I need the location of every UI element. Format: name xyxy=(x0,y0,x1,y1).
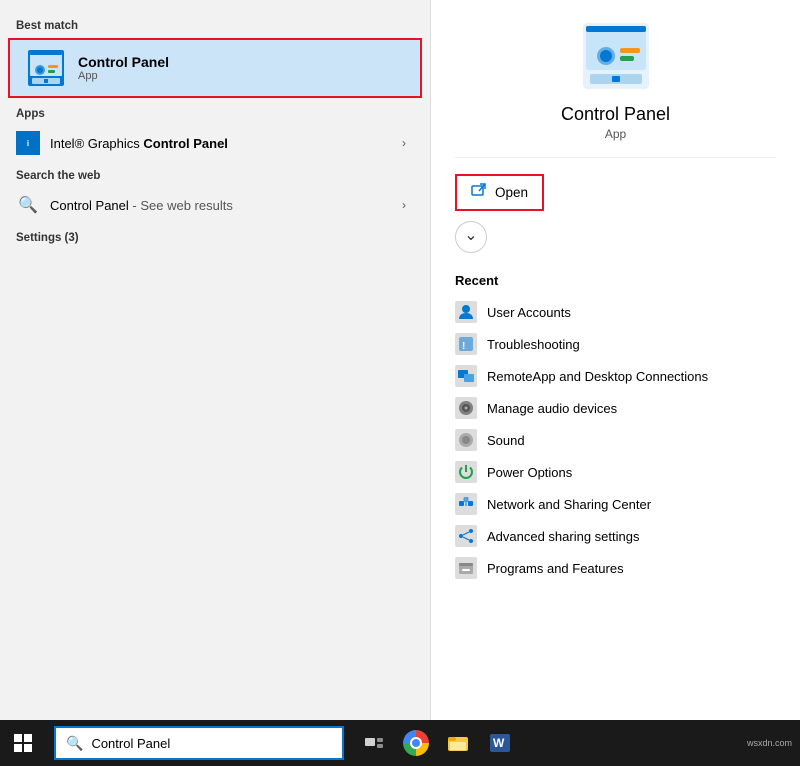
web-search-sub: - See web results xyxy=(132,198,232,213)
word-icon: W xyxy=(489,732,511,754)
best-match-subtitle: App xyxy=(78,70,169,82)
recent-item-user-accounts[interactable]: User Accounts xyxy=(455,296,776,328)
network-label: Network and Sharing Center xyxy=(487,497,651,512)
troubleshooting-label: Troubleshooting xyxy=(487,337,580,352)
app-detail-icon xyxy=(580,20,652,92)
file-explorer-icon xyxy=(447,732,469,754)
search-icon: 🔍 xyxy=(66,735,83,752)
right-panel: Control Panel App Open ⌄ Rece xyxy=(430,0,800,720)
taskbar: 🔍 Control Panel xyxy=(0,720,800,766)
sharing-label: Advanced sharing settings xyxy=(487,529,639,544)
taskbar-search-bar[interactable]: 🔍 Control Panel xyxy=(54,726,344,760)
wsxdn-label: wsxdn.com xyxy=(747,738,800,748)
audio-icon xyxy=(455,397,477,419)
power-label: Power Options xyxy=(487,465,572,480)
remoteapp-icon xyxy=(455,365,477,387)
apps-label: Apps xyxy=(0,100,430,124)
troubleshooting-icon: ! xyxy=(455,333,477,355)
web-search-item[interactable]: 🔍 Control Panel - See web results › xyxy=(0,186,430,224)
recent-items-list: User Accounts ! Troubleshooting RemoteAp… xyxy=(455,296,776,584)
svg-text:!: ! xyxy=(462,341,465,352)
programs-label: Programs and Features xyxy=(487,561,624,576)
chevron-down-icon: ⌄ xyxy=(464,228,477,244)
app-detail-type: App xyxy=(605,127,626,141)
task-view-button[interactable] xyxy=(356,725,392,761)
start-button[interactable] xyxy=(0,720,46,766)
svg-text:W: W xyxy=(493,736,505,750)
intel-chevron-right-icon: › xyxy=(402,136,406,150)
recent-item-sound[interactable]: Sound xyxy=(455,424,776,456)
recent-item-audio[interactable]: Manage audio devices xyxy=(455,392,776,424)
intel-app-label: Intel® Graphics Control Panel xyxy=(50,136,392,151)
web-search-icon: 🔍 xyxy=(16,193,40,217)
app-detail-header: Control Panel App xyxy=(455,20,776,158)
left-panel: Best match Control Panel Ap xyxy=(0,0,430,720)
programs-icon xyxy=(455,557,477,579)
recent-label: Recent xyxy=(455,273,776,288)
recent-item-remoteapp[interactable]: RemoteApp and Desktop Connections xyxy=(455,360,776,392)
word-button[interactable]: W xyxy=(482,725,518,761)
sound-label: Sound xyxy=(487,433,525,448)
recent-item-troubleshooting[interactable]: ! Troubleshooting xyxy=(455,328,776,360)
intel-graphics-item[interactable]: i Intel® Graphics Control Panel › xyxy=(0,124,430,162)
taskbar-icons-group: W xyxy=(356,725,518,761)
taskbar-search-text: Control Panel xyxy=(91,736,170,751)
chrome-button[interactable] xyxy=(398,725,434,761)
settings-label: Settings (3) xyxy=(0,224,430,248)
network-icon xyxy=(455,493,477,515)
user-accounts-icon xyxy=(455,301,477,323)
open-icon xyxy=(471,183,487,202)
audio-label: Manage audio devices xyxy=(487,401,617,416)
user-accounts-label: User Accounts xyxy=(487,305,571,320)
web-search-text: Control Panel - See web results xyxy=(50,198,392,213)
open-button-label: Open xyxy=(495,185,528,200)
recent-item-sharing[interactable]: Advanced sharing settings xyxy=(455,520,776,552)
intel-icon: i xyxy=(16,131,40,155)
best-match-control-panel[interactable]: Control Panel App xyxy=(8,38,422,98)
sharing-icon xyxy=(455,525,477,547)
best-match-title: Control Panel xyxy=(78,54,169,70)
task-view-icon xyxy=(364,733,384,753)
web-search-label: Search the web xyxy=(0,162,430,186)
power-icon xyxy=(455,461,477,483)
open-button[interactable]: Open xyxy=(455,174,544,211)
sound-icon xyxy=(455,429,477,451)
best-match-label: Best match xyxy=(0,12,430,36)
recent-item-programs[interactable]: Programs and Features xyxy=(455,552,776,584)
open-button-area: Open ⌄ xyxy=(455,158,776,261)
control-panel-icon-large xyxy=(26,48,66,88)
remoteapp-label: RemoteApp and Desktop Connections xyxy=(487,369,708,384)
chrome-icon xyxy=(403,730,429,756)
app-detail-title: Control Panel xyxy=(561,104,670,125)
expand-button[interactable]: ⌄ xyxy=(455,221,487,253)
recent-item-power[interactable]: Power Options xyxy=(455,456,776,488)
web-search-chevron-right-icon: › xyxy=(402,198,406,212)
file-explorer-button[interactable] xyxy=(440,725,476,761)
best-match-text: Control Panel App xyxy=(78,54,169,82)
recent-item-network[interactable]: Network and Sharing Center xyxy=(455,488,776,520)
windows-logo-icon xyxy=(13,733,33,753)
